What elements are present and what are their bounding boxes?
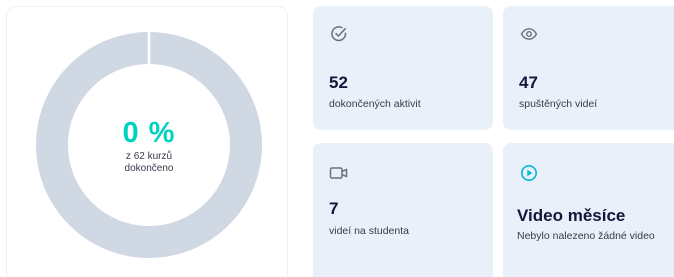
check-circle-icon (329, 24, 349, 44)
courses-count-text: z 62 kurzů (125, 151, 173, 162)
no-video-found-text: Nebylo nalezeno žádné video (517, 230, 655, 242)
video-of-month-card: Video měsíce Nebylo nalezeno žádné video (503, 143, 674, 277)
videos-per-student-card: 7 videí na studenta (313, 143, 493, 277)
video-of-month-title: Video měsíce (517, 206, 626, 225)
completion-percent: 0 % (122, 117, 176, 149)
started-videos-value: 47 (519, 73, 538, 92)
eye-icon (519, 24, 539, 44)
video-camera-icon (329, 163, 349, 183)
videos-per-student-value: 7 (329, 199, 339, 218)
donut-center-text: 0 % z 62 kurzů dokončeno (36, 32, 262, 258)
course-progress-card: 0 % z 62 kurzů dokončeno (6, 6, 288, 277)
progress-donut-chart: 0 % z 62 kurzů dokončeno (36, 32, 262, 258)
started-videos-card: 47 spuštěných videí (503, 6, 674, 130)
completed-activities-value: 52 (329, 73, 348, 92)
play-circle-icon (519, 163, 539, 183)
completed-activities-card: 52 dokončených aktivit (313, 6, 493, 130)
videos-per-student-label: videí na studenta (329, 225, 409, 237)
started-videos-label: spuštěných videí (519, 98, 598, 110)
completed-activities-label: dokončených aktivit (329, 98, 421, 110)
completed-text: dokončeno (124, 163, 174, 174)
